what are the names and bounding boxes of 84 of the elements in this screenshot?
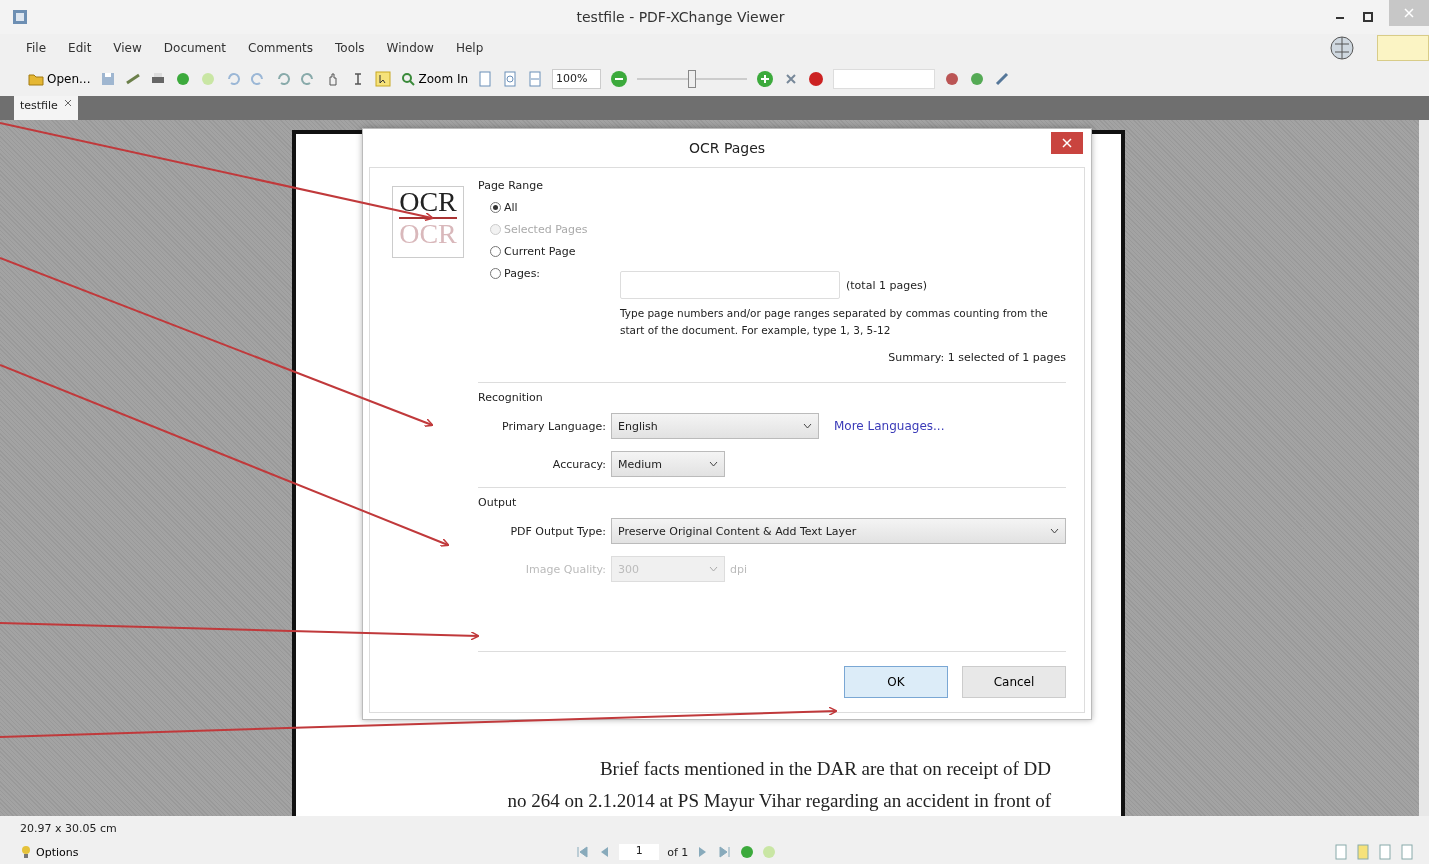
zoom-in-button[interactable]: Zoom In xyxy=(399,71,469,87)
page-size-text: 20.97 x 30.05 cm xyxy=(20,821,117,835)
total-pages-text: (total 1 pages) xyxy=(846,278,927,292)
cancel-button[interactable]: Cancel xyxy=(962,666,1066,698)
menu-item[interactable]: Help xyxy=(455,41,484,55)
more-languages-link[interactable]: More Languages... xyxy=(834,419,945,433)
menu-item[interactable]: Edit xyxy=(68,41,92,55)
save-icon[interactable] xyxy=(99,71,116,87)
restore-icon[interactable] xyxy=(1361,10,1375,24)
logo-text: OCR xyxy=(399,187,457,219)
close-button[interactable] xyxy=(1051,132,1083,154)
radio-button[interactable] xyxy=(490,202,501,213)
facing-pages-icon[interactable] xyxy=(1377,844,1393,860)
group-title: Page Range xyxy=(478,178,544,194)
zoom-out-icon[interactable] xyxy=(610,70,629,88)
caret-icon xyxy=(803,423,812,429)
zoom-field[interactable]: 100% xyxy=(552,69,602,89)
folder-icon xyxy=(28,71,44,87)
hint-text: Type page numbers and/or page ranges separated by commas counting from the start of the document. For example, type 1, 3, 5-12 xyxy=(620,306,1049,338)
search-field[interactable] xyxy=(833,69,936,89)
language-dropdown[interactable]: English xyxy=(611,413,819,439)
summary-text: Summary: 1 selected of 1 pages xyxy=(887,350,1066,366)
close-icon[interactable] xyxy=(63,99,72,107)
radio-button[interactable] xyxy=(490,246,501,257)
globe-icon[interactable] xyxy=(1329,35,1355,61)
scrollbar[interactable] xyxy=(1419,120,1429,816)
radio-option[interactable]: All xyxy=(490,201,600,214)
actual-size-icon[interactable] xyxy=(477,71,494,87)
caret-icon xyxy=(709,461,718,467)
document-text: no 264 on 2.1.2014 at PS Mayur Vihar regarding an accident in front of xyxy=(506,790,1051,812)
menu-item[interactable]: Window xyxy=(386,41,434,55)
field-label: Accuracy: xyxy=(551,457,606,471)
app-icon xyxy=(12,9,28,25)
menu-item[interactable]: Tools xyxy=(335,41,365,55)
first-page-icon[interactable] xyxy=(575,845,590,859)
snapshot-icon[interactable] xyxy=(374,71,391,87)
radio-label: Selected Pages xyxy=(504,223,588,236)
tab-label: testfile xyxy=(20,99,58,112)
radio-label: Pages: xyxy=(504,267,541,280)
magnifier-icon xyxy=(399,71,416,87)
zoom-in-icon[interactable] xyxy=(756,70,775,88)
output-type-dropdown[interactable]: Preserve Original Content & Add Text Layer xyxy=(611,518,1066,544)
single-page-icon[interactable] xyxy=(1333,844,1349,860)
menu-item[interactable]: Comments xyxy=(248,41,314,55)
logo-reflection: OCR xyxy=(399,219,457,249)
unit-label: dpi xyxy=(730,562,748,576)
open-button[interactable]: Open... xyxy=(28,71,91,87)
lightbulb-icon xyxy=(20,845,32,859)
field-label: Primary Language: xyxy=(501,419,606,433)
field-label: Image Quality: xyxy=(524,562,606,576)
radio-option[interactable]: Current Page xyxy=(490,245,600,258)
page-number-field[interactable]: 1 xyxy=(619,844,660,860)
pages-input[interactable] xyxy=(620,271,840,299)
radio-label: All xyxy=(504,201,518,214)
redo-icon[interactable] xyxy=(249,71,266,87)
menu-item[interactable]: Document xyxy=(163,41,226,55)
dialog-title: OCR Pages xyxy=(688,140,766,156)
document-text: Brief facts mentioned in the DAR are that on receipt of DD xyxy=(598,758,1051,780)
page-count-text: of 1 xyxy=(667,845,689,859)
ok-button[interactable]: OK xyxy=(844,666,948,698)
radio-button[interactable] xyxy=(490,268,501,279)
group-title: Output xyxy=(478,487,1066,512)
field-label: PDF Output Type: xyxy=(509,524,606,538)
continuous-facing-icon[interactable] xyxy=(1399,844,1415,860)
close-icon xyxy=(1403,7,1415,19)
radio-option[interactable]: Pages: xyxy=(490,267,600,280)
slider-thumb[interactable] xyxy=(688,70,697,88)
rotate-right-icon[interactable] xyxy=(299,71,316,87)
menu-item[interactable]: View xyxy=(113,41,142,55)
options-button[interactable]: Options xyxy=(20,845,79,859)
fit-page-icon[interactable] xyxy=(502,71,519,87)
caret-icon xyxy=(709,566,718,572)
notification-balloon[interactable] xyxy=(1377,35,1429,61)
document-tab[interactable]: testfile xyxy=(14,96,78,120)
menu-item[interactable]: File xyxy=(26,41,47,55)
continuous-page-icon[interactable] xyxy=(1355,844,1371,860)
radio-label: Current Page xyxy=(504,245,576,258)
close-icon xyxy=(1062,138,1072,148)
accuracy-dropdown[interactable]: Medium xyxy=(611,451,725,477)
caret-icon xyxy=(1050,528,1059,534)
fit-width-icon[interactable] xyxy=(527,71,544,87)
window-title: testfile - PDF-XChange Viewer xyxy=(575,9,786,25)
group-title: Recognition xyxy=(478,382,1066,407)
last-page-icon[interactable] xyxy=(718,845,733,859)
